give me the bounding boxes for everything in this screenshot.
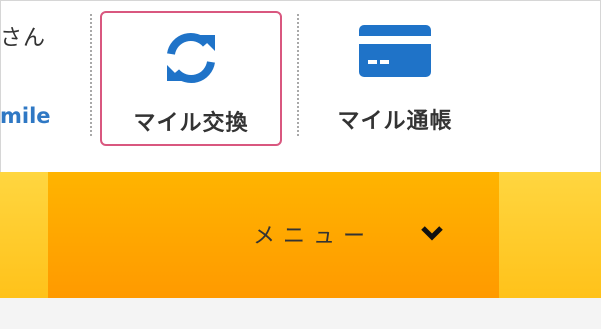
- menu-bar: メニュー: [0, 172, 601, 298]
- chevron-down-icon: [420, 224, 444, 246]
- mile-exchange-label: マイル交換: [133, 111, 249, 136]
- mile-passbook-button[interactable]: マイル通帳: [310, 11, 480, 146]
- credit-card-icon: [359, 25, 431, 81]
- mile-passbook-label: マイル通帳: [337, 109, 453, 134]
- mile-exchange-button[interactable]: マイル交換: [100, 11, 282, 146]
- user-greeting: さん: [0, 26, 47, 51]
- menu-label: メニュー: [253, 224, 374, 249]
- nav-divider: [90, 14, 92, 136]
- page-background-strip: [0, 298, 601, 329]
- menu-toggle-button[interactable]: メニュー: [48, 172, 499, 298]
- mile-link[interactable]: mile: [0, 104, 51, 128]
- refresh-icon: [159, 29, 223, 91]
- nav-divider: [297, 14, 299, 136]
